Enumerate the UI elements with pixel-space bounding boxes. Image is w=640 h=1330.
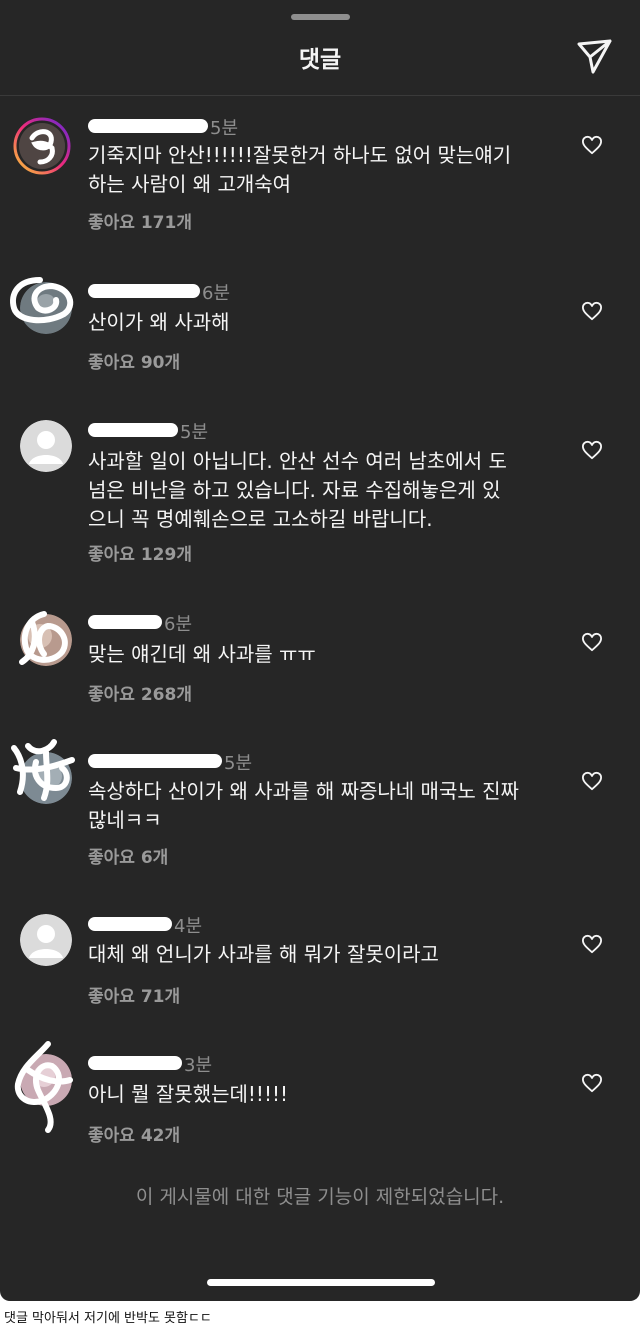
heart-icon[interactable] (581, 1073, 603, 1093)
comment-text: 대체 왜 언니가 사과를 해 뭐가 잘못이라고 (88, 942, 439, 966)
comments-restricted-notice: 이 게시물에 대한 댓글 기능이 제한되었습니다. (135, 1186, 505, 1208)
comment-text: 산이가 왜 사과해 (88, 310, 230, 334)
redacted-username-scribble (88, 917, 172, 931)
comment-likes[interactable]: 좋아요 42개 (88, 1121, 180, 1146)
comment-likes[interactable]: 좋아요 268개 (88, 680, 192, 705)
redacted-username-scribble (88, 119, 208, 133)
avatar[interactable] (20, 1054, 72, 1106)
comment-text: 속상하다 산이가 왜 사과를 해 짜증나네 매국노 진짜 많네ㅋㅋ (88, 779, 519, 832)
comment-timestamp: 5분 (180, 422, 209, 443)
comment-text: 사과할 일이 아닙니다. 안산 선수 여러 남초에서 도 넘은 비난을 하고 있… (88, 449, 507, 531)
paper-plane-icon[interactable] (574, 36, 614, 76)
heart-icon[interactable] (581, 440, 603, 460)
comment-timestamp: 3분 (184, 1055, 213, 1076)
comment-username[interactable]: 3분 (88, 1051, 212, 1077)
comment-timestamp: 6분 (202, 283, 231, 304)
redacted-username-scribble (88, 615, 162, 629)
sheet-grabber-handle[interactable] (291, 14, 350, 20)
avatar[interactable] (20, 614, 72, 666)
redacted-username-scribble (88, 754, 222, 768)
comment-username[interactable]: 4분 (88, 912, 202, 938)
comment-timestamp: 4분 (174, 916, 203, 937)
comment-timestamp: 6분 (164, 614, 193, 635)
comment-timestamp: 5분 (224, 753, 253, 774)
comment-likes[interactable]: 좋아요 6개 (88, 843, 168, 868)
redacted-username-scribble (88, 1056, 182, 1070)
avatar[interactable] (20, 914, 72, 966)
avatar[interactable] (20, 420, 72, 472)
comment-likes[interactable]: 좋아요 129개 (88, 540, 192, 565)
comment-username[interactable]: 5분 (88, 749, 252, 775)
comment-username[interactable]: 5분 (88, 114, 238, 140)
post-caption: 댓글 막아둬서 저기에 반박도 못함ㄷㄷ (4, 1311, 212, 1326)
redacted-username-scribble (88, 423, 178, 437)
heart-icon[interactable] (581, 771, 603, 791)
comment-timestamp: 5분 (210, 118, 239, 139)
avatar[interactable] (13, 117, 71, 175)
comments-sheet: 댓글 5분 기죽지마 안산!!!!!!잘못한거 하나도 없어 맞는얘기 하는 사… (0, 0, 640, 1301)
heart-icon[interactable] (581, 934, 603, 954)
avatar[interactable] (20, 282, 72, 334)
redacted-username-scribble (88, 284, 200, 298)
comment-likes[interactable]: 좋아요 90개 (88, 348, 180, 373)
comment-text: 기죽지마 안산!!!!!!잘못한거 하나도 없어 맞는얘기 하는 사람이 왜 고… (88, 143, 512, 196)
comment-likes[interactable]: 좋아요 71개 (88, 982, 180, 1007)
comment-text: 맞는 얘긴데 왜 사과를 ㅠㅠ (88, 642, 316, 666)
avatar[interactable] (20, 752, 72, 804)
comment-text: 아니 뭘 잘못했는데!!!!! (88, 1082, 289, 1106)
heart-icon[interactable] (581, 632, 603, 652)
header-divider (0, 95, 640, 96)
comment-username[interactable]: 6분 (88, 610, 192, 636)
comment-likes[interactable]: 좋아요 171개 (88, 208, 192, 233)
heart-icon[interactable] (581, 135, 603, 155)
comment-username[interactable]: 5분 (88, 418, 208, 444)
comment-username[interactable]: 6분 (88, 279, 230, 305)
heart-icon[interactable] (581, 301, 603, 321)
sheet-title: 댓글 (298, 47, 342, 73)
home-indicator[interactable] (207, 1279, 435, 1286)
